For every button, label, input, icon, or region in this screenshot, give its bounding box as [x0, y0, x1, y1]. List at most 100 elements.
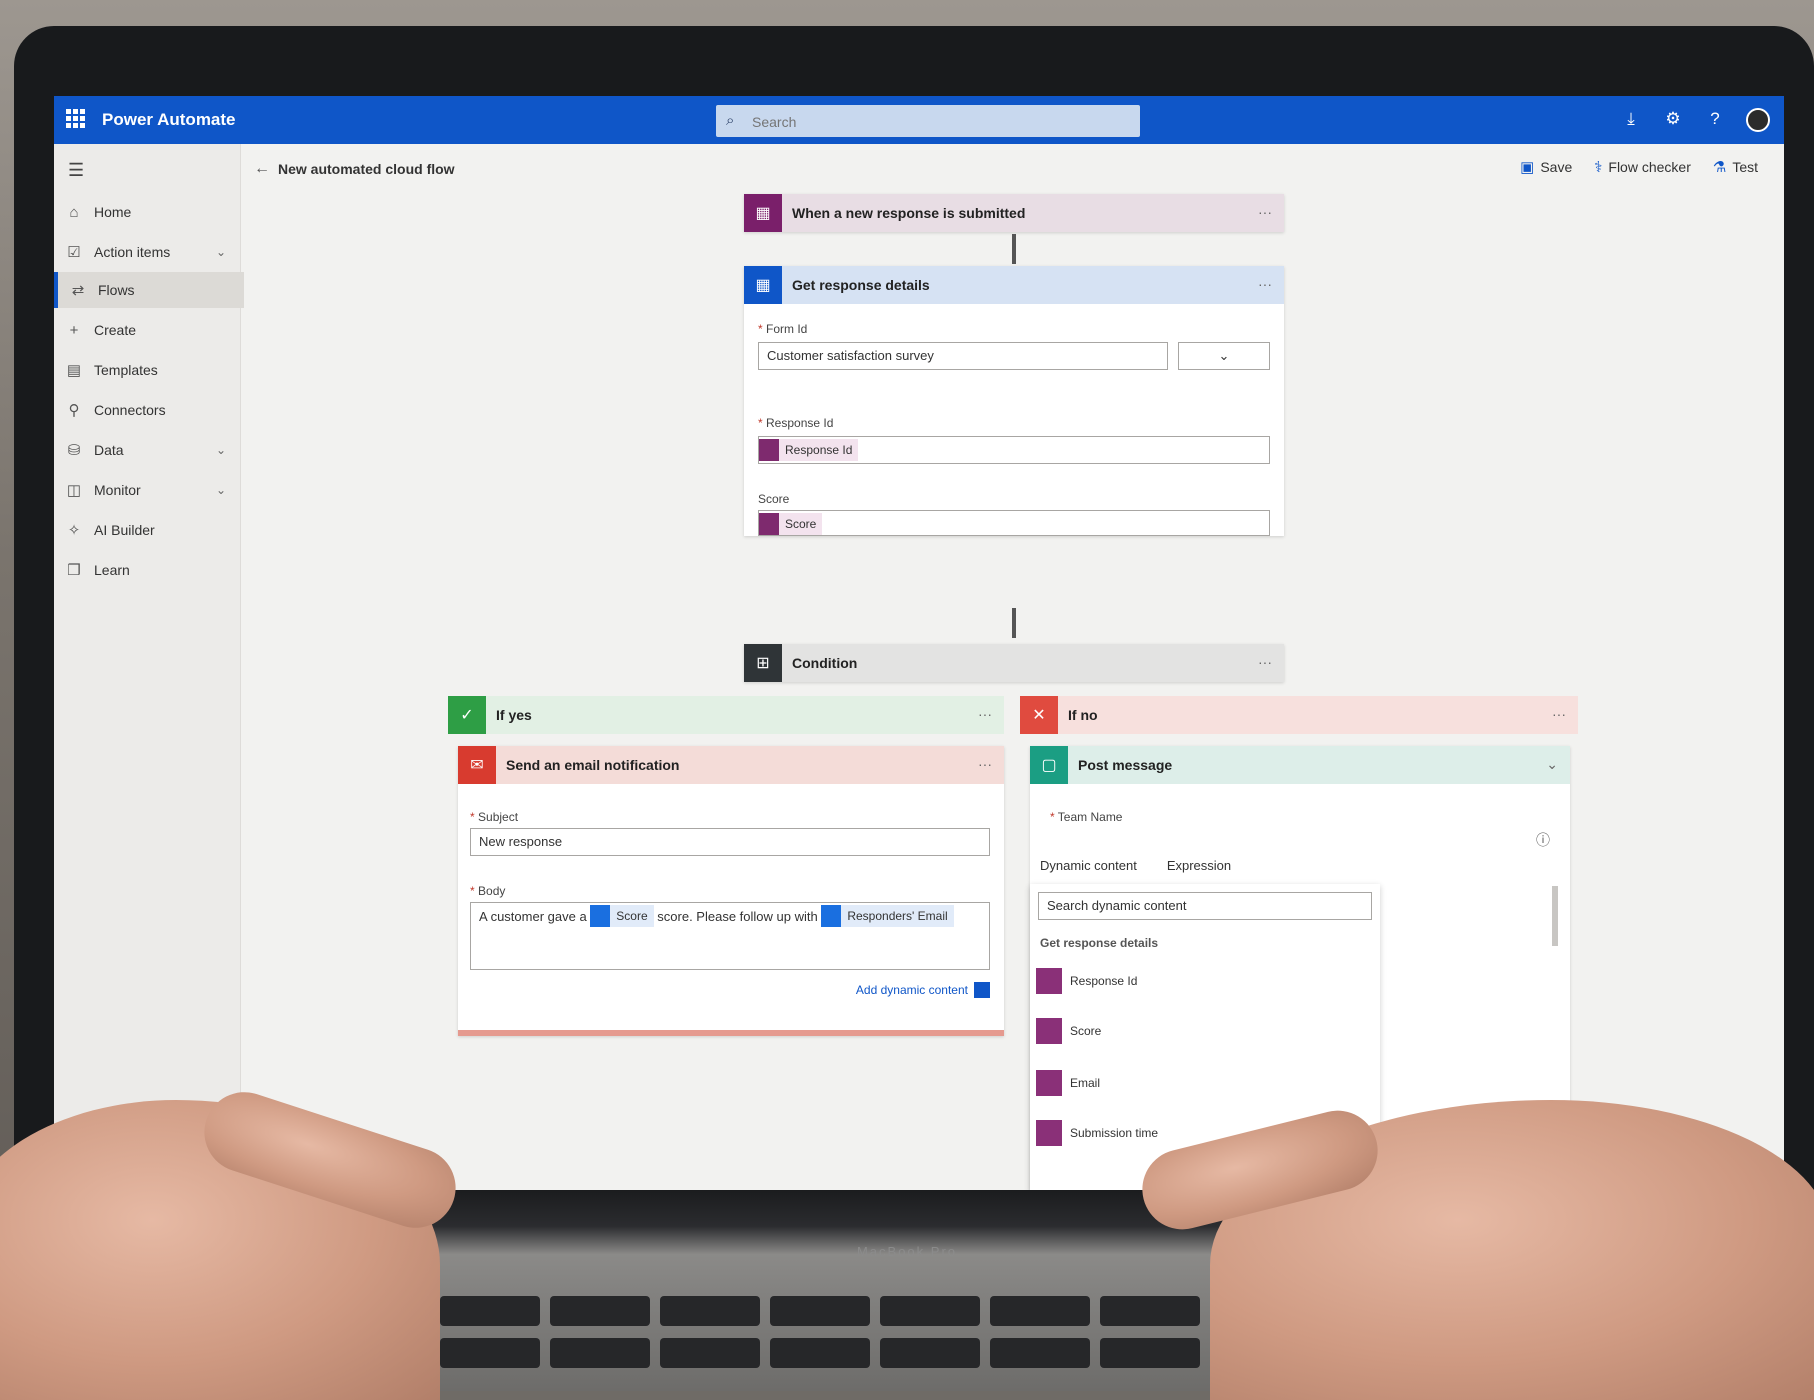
forms-icon: [759, 513, 779, 535]
breadcrumb: ← New automated cloud flow: [254, 160, 455, 178]
chevron-down-icon[interactable]: ⌄: [1546, 756, 1558, 773]
sidebar-item-ai-builder[interactable]: ✧ AI Builder: [54, 512, 240, 548]
sidebar-item-label: Learn: [94, 562, 130, 578]
score-label: Score: [758, 492, 790, 506]
forms-icon: ▦: [744, 194, 782, 232]
command-bar: ▣ Save ⚕ Flow checker ⚗ Test: [1520, 158, 1758, 176]
more-options-icon[interactable]: ···: [1552, 706, 1566, 722]
screen: Power Automate ⌕ ⤓ ⚙ ? ☰ ⌂ Home ☑ Action…: [54, 96, 1784, 1191]
save-label: Save: [1540, 159, 1573, 175]
team-name-label: * Team Name: [1050, 810, 1123, 824]
forms-icon: [1036, 1120, 1062, 1146]
key: [770, 1338, 870, 1368]
form-id-dropdown[interactable]: ⌄: [1178, 342, 1270, 370]
subject-label: * Subject: [470, 810, 519, 824]
database-icon: ⛁: [67, 442, 81, 459]
response-id-field[interactable]: Response Id: [758, 436, 1270, 464]
flow-icon: ⇄: [71, 282, 85, 299]
sidebar-item-label: Home: [94, 204, 132, 220]
dynamic-token[interactable]: Score: [759, 513, 823, 535]
search-box[interactable]: ⌕: [716, 105, 1140, 137]
more-options-icon[interactable]: ···: [978, 706, 992, 722]
flow-checker-button[interactable]: ⚕ Flow checker: [1594, 158, 1691, 176]
more-options-icon[interactable]: ···: [978, 756, 992, 772]
list-item[interactable]: Submission time: [1030, 1118, 1158, 1148]
forms-icon: [1036, 968, 1062, 994]
download-icon[interactable]: ⤓: [1620, 108, 1642, 130]
chevron-down-icon: ⌄: [216, 483, 227, 497]
get-details-title: Get response details: [792, 277, 930, 293]
form-id-field[interactable]: Customer satisfaction survey: [758, 342, 1168, 370]
email-header[interactable]: ✉ Send an email notification ···: [458, 746, 1004, 784]
sidebar-item-create[interactable]: + Create: [54, 312, 240, 348]
sidebar-item-action-items[interactable]: ☑ Action items ⌄: [54, 234, 240, 270]
sidebar-item-label: Templates: [94, 362, 158, 378]
forms-icon: [1036, 1070, 1062, 1096]
more-options-icon[interactable]: ···: [1258, 276, 1272, 292]
card-footer-bar: [458, 1030, 1004, 1036]
tab-dynamic-content[interactable]: Dynamic content: [1040, 858, 1137, 873]
trigger-card[interactable]: ▦ When a new response is submitted ···: [744, 194, 1284, 232]
sidebar-item-templates[interactable]: ▤ Templates: [54, 352, 240, 388]
sidebar-item-label: AI Builder: [94, 522, 155, 538]
dynamic-tabs: Dynamic content Expression: [1040, 858, 1231, 873]
close-icon: ✕: [1020, 696, 1058, 734]
help-icon[interactable]: ?: [1704, 108, 1726, 130]
ai-icon: ✧: [67, 522, 81, 539]
book-icon: ❒: [67, 562, 81, 579]
dynamic-token[interactable]: Responders' Email: [821, 905, 954, 927]
email-title: Send an email notification: [506, 757, 680, 773]
checklist-icon: ☑: [67, 244, 81, 261]
condition-icon: ⊞: [744, 644, 782, 682]
body-label: * Body: [470, 884, 506, 898]
home-icon: ⌂: [69, 203, 79, 221]
list-item[interactable]: Response Id: [1030, 966, 1137, 996]
forms-icon: ▦: [744, 266, 782, 304]
post-message-title: Post message: [1078, 757, 1173, 773]
list-item[interactable]: Email: [1030, 1068, 1100, 1098]
sidebar-item-learn[interactable]: ❒ Learn: [54, 552, 240, 588]
subject-field[interactable]: New response: [470, 828, 990, 856]
sidebar-item-data[interactable]: ⛁ Data ⌄: [54, 432, 240, 468]
sidebar-item-home[interactable]: ⌂ Home: [54, 194, 240, 230]
score-field[interactable]: Score: [758, 510, 1270, 536]
search-input[interactable]: [750, 111, 1124, 133]
trigger-title: When a new response is submitted: [792, 205, 1026, 221]
avatar[interactable]: [1746, 108, 1770, 132]
sidebar-item-monitor[interactable]: ◫ Monitor ⌄: [54, 472, 240, 508]
hamburger-icon[interactable]: ☰: [68, 160, 84, 181]
response-id-label: * Response Id: [758, 416, 834, 430]
waffle-icon[interactable]: [66, 109, 86, 129]
dynamic-token[interactable]: Response Id: [759, 439, 859, 461]
sidebar-item-connectors[interactable]: ⚲ Connectors: [54, 392, 240, 428]
chevron-down-icon: ⌄: [216, 245, 227, 259]
branch-if-yes[interactable]: ✓ If yes ···: [448, 696, 1004, 734]
add-dynamic-link[interactable]: Add dynamic content: [856, 982, 990, 998]
app-name[interactable]: Power Automate: [102, 110, 236, 130]
get-details-header[interactable]: ▦ Get response details ···: [744, 266, 1284, 304]
save-icon: ▣: [1520, 159, 1535, 176]
post-message-header[interactable]: ▢ Post message ⌄: [1030, 746, 1570, 784]
body-text: score. Please follow up with: [657, 909, 818, 924]
key: [770, 1296, 870, 1326]
teams-icon: ▢: [1030, 746, 1068, 784]
dynamic-token[interactable]: Score: [590, 905, 654, 927]
body-field[interactable]: A customer gave a Score score. Please fo…: [470, 902, 990, 970]
list-item[interactable]: Score: [1030, 1016, 1101, 1046]
settings-icon[interactable]: ⚙: [1662, 108, 1684, 130]
test-button[interactable]: ⚗ Test: [1713, 158, 1758, 176]
more-options-icon[interactable]: ···: [1258, 204, 1272, 220]
condition-card[interactable]: ⊞ Condition ···: [744, 644, 1284, 682]
key: [660, 1338, 760, 1368]
branch-if-no[interactable]: ✕ If no ···: [1020, 696, 1578, 734]
back-arrow-icon[interactable]: ←: [254, 160, 270, 178]
sidebar-item-flows[interactable]: ⇄ Flows: [54, 272, 244, 308]
check-icon: ✓: [448, 696, 486, 734]
more-options-icon[interactable]: ···: [1258, 654, 1272, 670]
tab-expression[interactable]: Expression: [1167, 858, 1231, 873]
dynamic-content-icon: [974, 982, 990, 998]
sidebar: ☰ ⌂ Home ☑ Action items ⌄ ⇄ Flows + Crea…: [54, 144, 244, 1191]
save-button[interactable]: ▣ Save: [1520, 158, 1572, 176]
scrollbar[interactable]: [1552, 886, 1558, 946]
dynamic-search-input[interactable]: Search dynamic content: [1038, 892, 1372, 920]
